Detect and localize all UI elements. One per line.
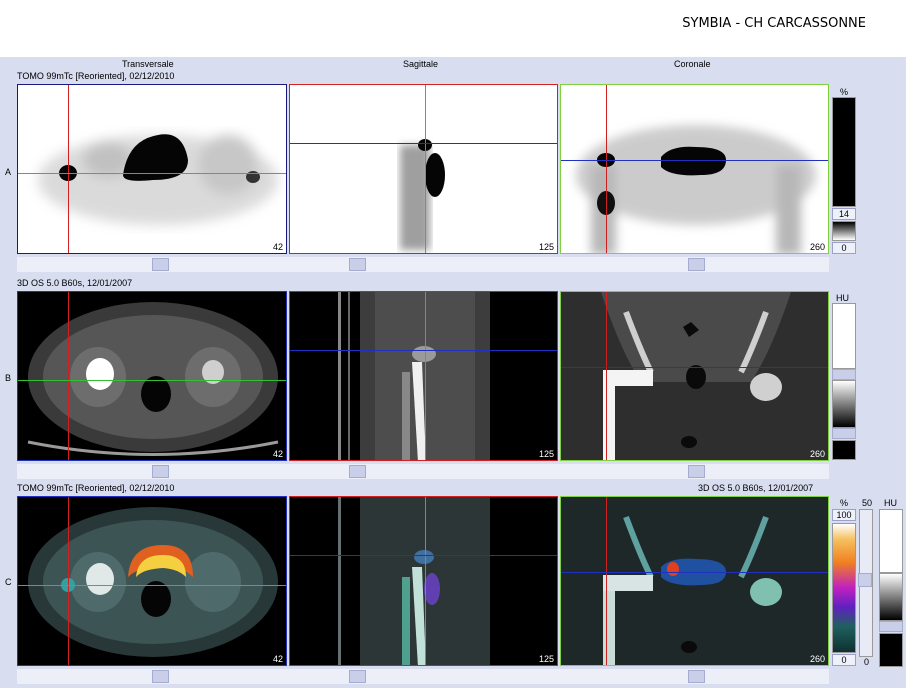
- row-a-bottom-value[interactable]: 0: [832, 242, 856, 254]
- viewport-b-transversal[interactable]: 42: [17, 291, 287, 461]
- cursor-red-vertical: [68, 497, 69, 665]
- cursor-green-horizontal: [18, 380, 286, 381]
- row-c-mid-value: 50: [862, 498, 873, 508]
- row-b-colorbar-top: [832, 303, 856, 369]
- row-a-series-label: TOMO 99mTc [Reoriented], 02/12/2010: [17, 71, 175, 81]
- cursor-red-vertical: [68, 85, 69, 253]
- row-c-series-label-left: TOMO 99mTc [Reoriented], 02/12/2010: [17, 483, 175, 493]
- row-b-series-label: 3D OS 5.0 B60s, 12/01/2007: [17, 278, 133, 288]
- slice-slider-b3[interactable]: [688, 465, 705, 478]
- row-a-label: A: [5, 167, 12, 177]
- slice-slider-c3[interactable]: [688, 670, 705, 683]
- viewport-c-sagittal[interactable]: 125: [289, 496, 558, 666]
- slice-number: 260: [809, 449, 825, 459]
- site-title: SYMBIA - CH CARCASSONNE: [682, 16, 866, 31]
- viewport-a-transversal[interactable]: 42: [17, 84, 287, 254]
- cursor-red-vertical: [606, 85, 607, 253]
- column-label-transversal: Transversale: [122, 59, 174, 69]
- row-c-colorbar: [832, 523, 856, 653]
- slice-slider-b1[interactable]: [152, 465, 169, 478]
- viewer-workspace: Transversale Sagittale Coronale TOMO 99m…: [0, 57, 906, 688]
- row-c-blend-handle[interactable]: [858, 573, 872, 587]
- slice-number: 260: [809, 242, 825, 252]
- cursor-red-vertical: [606, 497, 607, 665]
- row-b-unit: HU: [836, 293, 849, 303]
- row-b-colorbar-gradient: [832, 380, 856, 428]
- row-a-slider-strip: [17, 257, 829, 272]
- slice-slider-a3[interactable]: [688, 258, 705, 271]
- row-c-series-label-right: 3D OS 5.0 B60s, 12/01/2007: [698, 483, 814, 493]
- cursor-red-vertical: [606, 292, 607, 460]
- slice-number: 125: [538, 449, 554, 459]
- cursor-green-vertical: [425, 497, 426, 665]
- header: SYMBIA - CH CARCASSONNE: [0, 0, 906, 57]
- slice-slider-c1[interactable]: [152, 670, 169, 683]
- viewport-b-coronal[interactable]: 260: [560, 291, 829, 461]
- row-c-hu-colorbar-top: [879, 509, 903, 573]
- cursor-blue-horizontal: [561, 367, 828, 368]
- cursor-blue-horizontal: [290, 555, 557, 556]
- cursor-green-vertical: [425, 85, 426, 253]
- row-c-unit-hu: HU: [884, 498, 897, 508]
- slice-number: 42: [272, 449, 283, 459]
- cursor-blue-horizontal: [290, 143, 557, 144]
- row-c-label: C: [5, 577, 12, 587]
- row-b-window-handle-bottom[interactable]: [832, 428, 856, 439]
- row-c-unit: %: [840, 498, 849, 508]
- slice-slider-c2[interactable]: [349, 670, 366, 683]
- row-a-top-value[interactable]: 14: [832, 208, 856, 220]
- viewport-b-sagittal[interactable]: 125: [289, 291, 558, 461]
- row-b-label: B: [5, 373, 12, 383]
- cursor-green-horizontal: [18, 173, 286, 174]
- row-a-colorbar-gradient: [832, 221, 856, 241]
- row-b-slider-strip: [17, 464, 829, 479]
- row-c-hu-colorbar-gradient: [879, 573, 903, 621]
- row-c-top-value[interactable]: 100: [832, 509, 856, 521]
- row-c-slider-strip: [17, 669, 829, 684]
- cursor-blue-horizontal: [561, 572, 828, 573]
- slice-number: 260: [809, 654, 825, 664]
- slice-slider-b2[interactable]: [349, 465, 366, 478]
- slice-number: 42: [272, 654, 283, 664]
- row-a-colorbar: [832, 97, 856, 207]
- row-a-unit: %: [840, 87, 849, 97]
- slice-number: 125: [538, 242, 554, 252]
- row-c-bottom-value[interactable]: 0: [832, 654, 856, 666]
- cursor-blue-horizontal: [561, 160, 828, 161]
- slice-slider-a2[interactable]: [349, 258, 366, 271]
- viewport-a-sagittal[interactable]: 125: [289, 84, 558, 254]
- row-c-mid-low: 0: [864, 657, 870, 667]
- cursor-green-horizontal: [18, 585, 286, 586]
- slice-slider-a1[interactable]: [152, 258, 169, 271]
- slice-number: 125: [538, 654, 554, 664]
- cursor-blue-horizontal: [290, 350, 557, 351]
- cursor-red-vertical: [68, 292, 69, 460]
- viewport-c-transversal[interactable]: 42: [17, 496, 287, 666]
- slice-number: 42: [272, 242, 283, 252]
- row-b-window-handle-top[interactable]: [832, 369, 856, 380]
- row-c-hu-handle[interactable]: [879, 621, 903, 632]
- viewport-a-coronal[interactable]: 260: [560, 84, 829, 254]
- row-c-hu-colorbar-bottom: [879, 633, 903, 667]
- column-label-sagittal: Sagittale: [403, 59, 439, 69]
- row-b-colorbar-bottom: [832, 440, 856, 460]
- column-label-coronal: Coronale: [674, 59, 711, 69]
- cursor-green-vertical: [425, 292, 426, 460]
- viewport-c-coronal[interactable]: 260: [560, 496, 829, 666]
